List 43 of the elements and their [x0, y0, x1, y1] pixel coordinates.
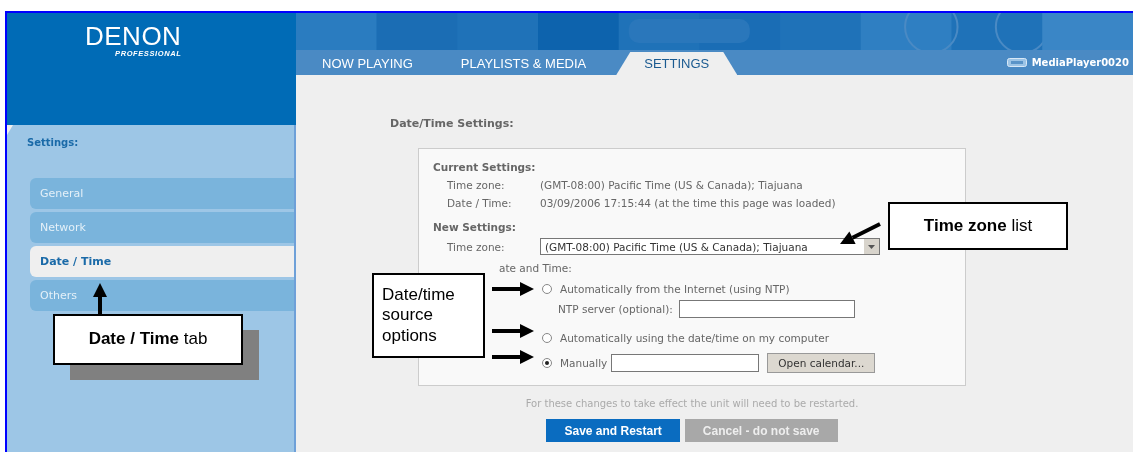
- restart-note: For these changes to take effect the unit will need to be restarted.: [524, 398, 860, 409]
- section-heading: New Settings:: [433, 220, 517, 235]
- ntp-server-field[interactable]: [678, 300, 855, 318]
- callout-label: Date / Time tab: [53, 314, 243, 365]
- pointer-arrow: [93, 283, 107, 314]
- setting-label: Time zone:: [447, 240, 506, 253]
- device-name: MediaPlayer0020: [1031, 57, 1129, 68]
- sidebar-title: Settings:: [27, 137, 79, 148]
- nav-tab[interactable]: NOW PLAYING: [322, 52, 413, 75]
- device-icon: [1006, 58, 1027, 67]
- nav-tab[interactable]: PLAYLISTS & MEDIA: [460, 52, 587, 75]
- sidebar-tab[interactable]: General: [30, 178, 294, 209]
- field-label: NTP server (optional):: [558, 303, 673, 315]
- pointer-arrow: [840, 222, 881, 244]
- section-heading: Current Settings:: [433, 160, 536, 175]
- setting-value: 03/09/2006 17:15:44 (at the time this page was loaded): [540, 197, 836, 209]
- brand-logo: DENON: [85, 23, 182, 49]
- callout-label: Date/time source options: [372, 273, 485, 358]
- setting-label: ate and Time:: [499, 262, 572, 274]
- cancel-button[interactable]: Cancel - do not save: [684, 419, 838, 442]
- option-label: Automatically from the Internet (using NTP): [560, 282, 790, 295]
- setting-value: (GMT-08:00) Pacific Time (US & Canada); Tiajuana: [540, 179, 803, 191]
- setting-label: Time zone:: [447, 179, 506, 191]
- pointer-arrow: [492, 282, 534, 296]
- pointer-arrow: [492, 324, 534, 338]
- setting-label: Date / Time:: [447, 197, 513, 209]
- dropdown-icon: [864, 239, 879, 254]
- date-time-field[interactable]: [611, 354, 760, 372]
- sidebar-tab[interactable]: Others: [30, 280, 294, 311]
- sidebar-tab[interactable]: Date / Time: [30, 246, 294, 277]
- option-label: Manually: [560, 357, 608, 369]
- time-zone-dropdown[interactable]: (GMT-08:00) Pacific Time (US & Canada); Tiajuana: [540, 238, 880, 255]
- pointer-arrow: [492, 350, 534, 364]
- radio-button[interactable]: [542, 332, 552, 343]
- save-button[interactable]: Save and Restart: [546, 419, 680, 442]
- radio-button[interactable]: [542, 283, 552, 294]
- nav-tab[interactable]: SETTINGS: [616, 52, 738, 75]
- radio-button[interactable]: [542, 358, 552, 368]
- page-title: Date/Time Settings:: [390, 117, 514, 130]
- option-label: Automatically using the date/time on my computer: [560, 331, 830, 344]
- callout-label: Time zone list: [888, 202, 1068, 250]
- sidebar-tab[interactable]: Network: [30, 212, 294, 243]
- open-calendar-button[interactable]: Open calendar...: [767, 353, 876, 373]
